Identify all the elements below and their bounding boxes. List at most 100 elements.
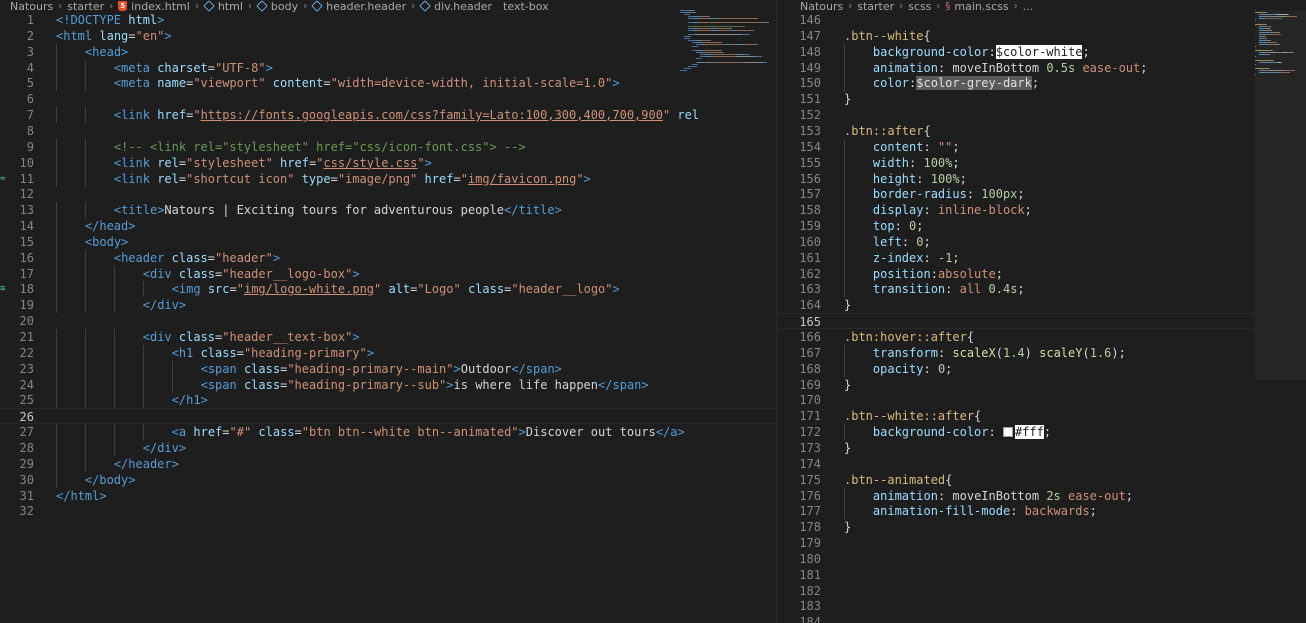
breadcrumb-item[interactable]: header.header	[311, 0, 406, 12]
code-line[interactable]: 166 .btn:hover::after{	[777, 329, 1306, 345]
code-line[interactable]: 13 <title>Natours | Exciting tours for ad…	[0, 202, 776, 219]
code-line[interactable]: 176 animation: moveInBottom 2s ease-out;	[777, 487, 1306, 504]
code-line[interactable]: 19 </div>	[0, 297, 776, 314]
editor-pane-html[interactable]: Natours › starter › 5 index.html › html › body › he…	[0, 0, 776, 623]
breadcrumb-item[interactable]: ...	[1023, 1, 1034, 12]
code-line[interactable]: 174	[777, 456, 1306, 472]
minimap-line	[1270, 28, 1271, 29]
code-line[interactable]: 168 opacity: 0;	[777, 360, 1306, 377]
code-line[interactable]: 172 background-color: #fff;	[777, 424, 1306, 441]
code-line[interactable]: 17 <div class="header__logo-box">	[0, 265, 776, 282]
token-str: "viewport"	[193, 76, 266, 91]
code-text: background-color:$color-white;	[873, 44, 1090, 60]
breadcrumb-item[interactable]: starter	[857, 1, 894, 12]
code-line[interactable]: 31 </html>	[0, 488, 776, 504]
indent-guide	[84, 424, 86, 441]
code-line[interactable]: 15 <body>	[0, 233, 776, 250]
code-line[interactable]: 163 transition: all 0.4s;	[777, 281, 1306, 298]
code-line[interactable]: 146	[777, 12, 1306, 28]
breadcrumb-item[interactable]: 5 index.html	[118, 1, 190, 12]
code-line[interactable]: 181	[777, 567, 1306, 583]
code-line[interactable]: 182	[777, 583, 1306, 599]
code-line[interactable]: 167 transform: scaleX(1.4) scaleY(1.6);	[777, 344, 1306, 361]
code-line[interactable]: 171 .btn--white::after{	[777, 408, 1306, 424]
code-line[interactable]: 147 .btn--white{	[777, 28, 1306, 44]
code-line[interactable]: 1 <!DOCTYPE html>	[0, 12, 776, 28]
code-line[interactable]: 156 height: 100%;	[777, 170, 1306, 187]
code-line[interactable]: 6	[0, 91, 776, 107]
code-line[interactable]: 12	[0, 186, 776, 202]
code-line[interactable]: 148 background-color:$color-white;	[777, 43, 1306, 60]
code-line[interactable]: 7 <link href="https://fonts.googleapis.co…	[0, 107, 776, 124]
editor-pane-scss[interactable]: Natours › starter › scss › § main.scss ›... 146 1…	[777, 0, 1306, 623]
token-tagname: title	[121, 203, 158, 218]
code-line[interactable]: 21 <div class="header__text-box">	[0, 329, 776, 345]
code-line[interactable]: ≋ 18 <img src="img/logo-white.png" alt="Lo…	[0, 281, 776, 298]
code-line[interactable]: 9 <!-- <link rel="stylesheet" href="css/i…	[0, 138, 776, 155]
code-line[interactable]: 24 <span class="heading-primary--sub">is …	[0, 376, 776, 393]
code-line[interactable]: 180	[777, 551, 1306, 567]
code-editor-scss[interactable]: 146 147 .btn--white{148 background-color:$c…	[777, 12, 1306, 623]
minimap[interactable]	[680, 10, 776, 75]
indent-guide	[56, 202, 57, 219]
code-line[interactable]: 29 </header>	[0, 455, 776, 472]
code-line[interactable]: 155 width: 100%;	[777, 154, 1306, 171]
code-line[interactable]: 162 position:absolute;	[777, 265, 1306, 282]
code-line[interactable]: 165	[777, 313, 1306, 330]
code-line[interactable]: 153 .btn::after{	[777, 123, 1306, 139]
breadcrumb-item[interactable]: body	[256, 0, 298, 12]
code-line[interactable]: 8	[0, 123, 776, 139]
code-line[interactable]: 175 .btn--animated{	[777, 472, 1306, 488]
breadcrumb-item[interactable]: div.header__text-box	[419, 0, 549, 12]
code-line[interactable]: 184	[777, 614, 1306, 623]
code-line[interactable]: 161 z-index: -1;	[777, 249, 1306, 266]
code-line[interactable]: 23 <span class="heading-primary--main">Ou…	[0, 360, 776, 377]
breadcrumb-item[interactable]: Natours	[800, 1, 843, 12]
code-line[interactable]: 164}	[777, 297, 1306, 313]
code-editor-html[interactable]: 1 <!DOCTYPE html> 2 <html lang="en"> 3 <head>…	[0, 12, 776, 623]
code-line[interactable]: 25 </h1>	[0, 392, 776, 409]
code-line[interactable]: 152	[777, 107, 1306, 123]
code-line[interactable]: 158 display: inline-block;	[777, 202, 1306, 219]
code-line[interactable]: 173}	[777, 440, 1306, 456]
code-line[interactable]: 169}	[777, 377, 1306, 393]
breadcrumb-item[interactable]: html	[203, 0, 243, 12]
code-line[interactable]: 160 left: 0;	[777, 233, 1306, 250]
minimap[interactable]	[1255, 10, 1306, 380]
breadcrumb-item[interactable]: scss	[908, 1, 931, 12]
code-line[interactable]: 5 <meta name="viewport" content="width=de…	[0, 75, 776, 92]
code-line[interactable]: 20	[0, 313, 776, 329]
indent-guide	[56, 424, 57, 441]
code-line[interactable]: 16 <header class="header">	[0, 249, 776, 266]
code-line[interactable]: 149 animation: moveInBottom 0.5s ease-out…	[777, 59, 1306, 76]
code-line[interactable]: 2 <html lang="en">	[0, 28, 776, 44]
code-line[interactable]: 170	[777, 392, 1306, 408]
code-line[interactable]: 179	[777, 535, 1306, 551]
code-line[interactable]: 32	[0, 503, 776, 519]
code-line[interactable]: 159 top: 0;	[777, 218, 1306, 235]
code-line[interactable]: 154 content: "";	[777, 138, 1306, 155]
breadcrumb-item[interactable]: Natours	[10, 1, 53, 12]
code-line[interactable]: 178}	[777, 519, 1306, 535]
code-line[interactable]: 26	[0, 408, 776, 425]
code-line[interactable]: 150 color:$color-grey-dark;	[777, 75, 1306, 92]
code-line[interactable]: 27 <a href="#" class="btn btn--white btn-…	[0, 424, 776, 441]
code-line[interactable]: 177 animation-fill-mode: backwards;	[777, 503, 1306, 520]
breadcrumb-item[interactable]: § main.scss	[945, 1, 1008, 12]
color-swatch-icon[interactable]	[1002, 427, 1013, 438]
code-line[interactable]: 4 <meta charset="UTF-8">	[0, 59, 776, 76]
code-line[interactable]: 3 <head>	[0, 43, 776, 60]
token-attr: class	[460, 282, 505, 297]
code-line[interactable]: 30 </body>	[0, 471, 776, 488]
code-line[interactable]: 22 <h1 class="heading-primary">	[0, 344, 776, 361]
code-line[interactable]: 28 </div>	[0, 439, 776, 456]
code-line[interactable]: 183	[777, 598, 1306, 614]
code-line[interactable]: ≈11 <link rel="shortcut icon" type="image…	[0, 170, 776, 187]
token-hlgrey: $color-grey-dark	[916, 76, 1032, 91]
breadcrumb-item[interactable]: starter	[67, 1, 104, 12]
line-number: 9	[26, 139, 34, 154]
code-line[interactable]: 10 <link rel="stylesheet" href="css/style…	[0, 154, 776, 171]
code-line[interactable]: 151}	[777, 91, 1306, 107]
code-line[interactable]: 157 border-radius: 100px;	[777, 186, 1306, 203]
code-line[interactable]: 14 </head>	[0, 218, 776, 235]
